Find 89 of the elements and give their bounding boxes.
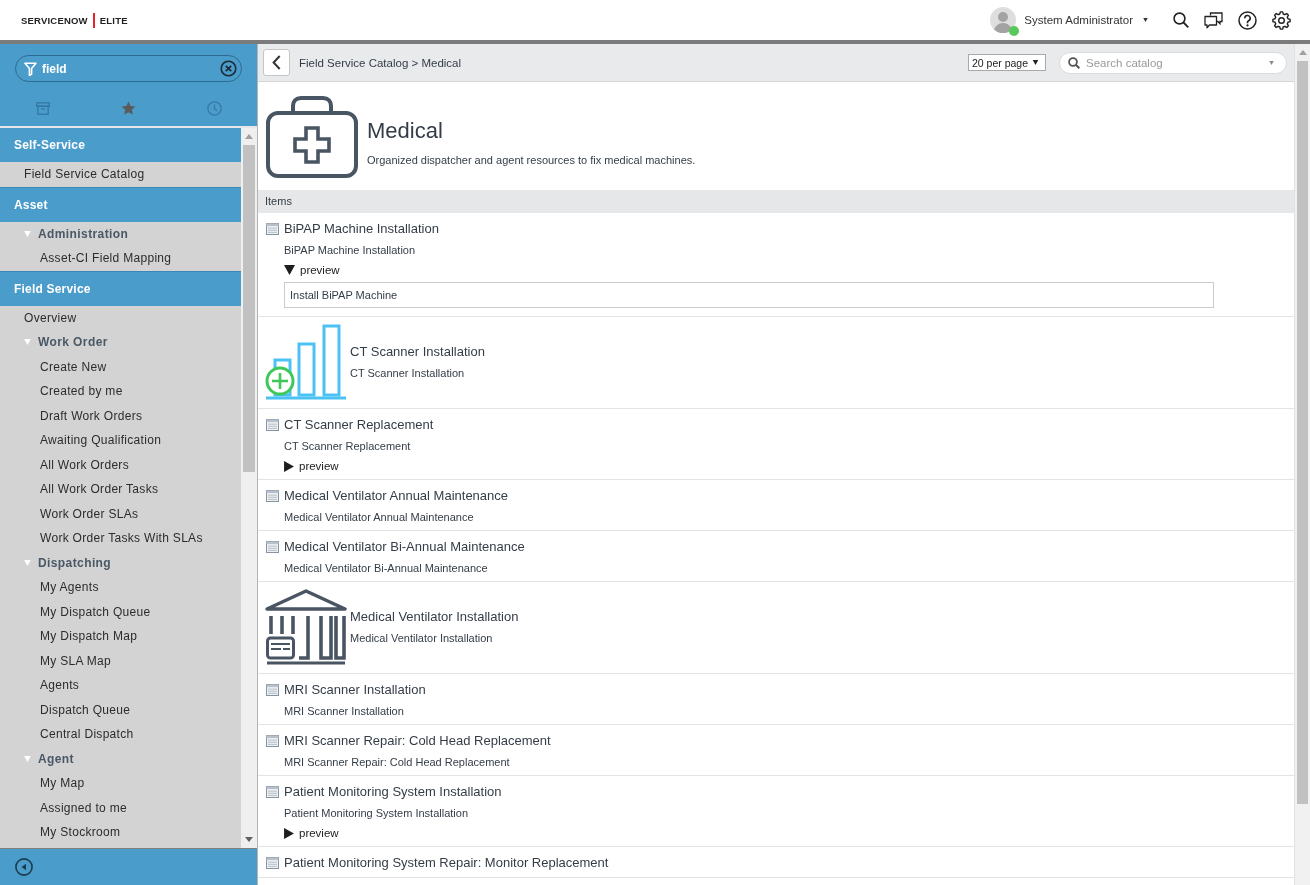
nav-group-header[interactable]: Agent bbox=[0, 746, 241, 771]
caret-down-icon bbox=[1142, 18, 1149, 22]
category-title: Medical bbox=[367, 118, 443, 144]
table-icon bbox=[266, 490, 279, 502]
back-button[interactable] bbox=[263, 49, 290, 76]
nav-item[interactable]: My Dispatch Queue bbox=[0, 599, 241, 624]
item-description: MRI Scanner Installation bbox=[284, 704, 404, 719]
scroll-up-icon[interactable] bbox=[245, 134, 253, 139]
nav-item[interactable]: My Map bbox=[0, 771, 241, 796]
scrollbar[interactable] bbox=[1294, 44, 1310, 885]
item-description: Medical Ventilator Bi-Annual Maintenance bbox=[284, 561, 488, 576]
nav-group-header[interactable]: Administration bbox=[0, 221, 241, 246]
nav-item[interactable]: Asset-CI Field Mapping bbox=[0, 246, 241, 271]
nav-item[interactable]: Work Order SLAs bbox=[0, 501, 241, 526]
nav-item[interactable]: Field Service Catalog bbox=[0, 162, 241, 187]
star-icon[interactable] bbox=[121, 101, 136, 115]
scrollbar-thumb[interactable] bbox=[1297, 61, 1308, 804]
bar-chart-plus-icon bbox=[265, 324, 347, 400]
table-icon bbox=[266, 223, 279, 235]
item-title-link[interactable]: MRI Scanner Repair: Cold Head Replacement bbox=[284, 732, 551, 750]
clear-icon[interactable] bbox=[220, 60, 237, 77]
logo-text: SERVICENOW bbox=[21, 14, 88, 26]
search-field[interactable]: Search catalog bbox=[1059, 51, 1287, 74]
item-title-link[interactable]: CT Scanner Replacement bbox=[284, 416, 434, 434]
table-icon bbox=[266, 541, 279, 553]
nav-item[interactable]: My Agents bbox=[0, 575, 241, 600]
chevron-left-icon bbox=[272, 55, 281, 70]
user-menu-button[interactable]: System Administrator bbox=[1024, 14, 1149, 26]
item-title-link[interactable]: BiPAP Machine Installation bbox=[284, 220, 439, 238]
per-page-select[interactable]: 20 per page bbox=[968, 54, 1046, 71]
help-icon[interactable] bbox=[1238, 10, 1257, 30]
table-icon bbox=[266, 857, 279, 869]
item-description: Medical Ventilator Installation bbox=[350, 631, 493, 646]
item-title-link[interactable]: Medical Ventilator Annual Maintenance bbox=[284, 487, 509, 505]
item-title-link[interactable]: MRI Scanner Installation bbox=[284, 681, 426, 699]
breadcrumb: Field Service Catalog > Medical bbox=[299, 56, 462, 69]
preview-toggle[interactable]: preview bbox=[284, 458, 339, 474]
item-title-link[interactable]: CT Scanner Installation bbox=[350, 343, 485, 361]
nav-item[interactable]: Created by me bbox=[0, 379, 241, 404]
nav-item[interactable]: My SLA Map bbox=[0, 648, 241, 673]
search-icon[interactable] bbox=[1173, 12, 1189, 28]
medical-kit-icon bbox=[266, 96, 358, 178]
item-description: BiPAP Machine Installation bbox=[284, 243, 416, 258]
nav-item[interactable]: Create New bbox=[0, 354, 241, 379]
item-description: Patient Monitoring System Installation bbox=[284, 806, 469, 821]
nav-item[interactable]: Dispatch Queue bbox=[0, 697, 241, 722]
avatar-icon bbox=[990, 7, 1017, 33]
item-title-link[interactable]: Patient Monitoring System Installation bbox=[284, 783, 502, 801]
preview-toggle[interactable]: preview bbox=[284, 262, 340, 278]
nav-item[interactable]: Awaiting Qualification bbox=[0, 428, 241, 453]
preview-panel: Install BiPAP Machine bbox=[284, 282, 1214, 308]
scrollbar-thumb[interactable] bbox=[243, 145, 255, 472]
nav-item[interactable]: All Work Order Tasks bbox=[0, 477, 241, 502]
nav-item[interactable]: Agents bbox=[0, 673, 241, 698]
table-icon bbox=[266, 786, 279, 798]
scrollbar[interactable] bbox=[241, 128, 257, 848]
edition-label: ELITE bbox=[99, 14, 128, 26]
table-icon bbox=[266, 684, 279, 696]
preview-toggle[interactable]: preview bbox=[284, 825, 339, 841]
nav-item[interactable]: All Work Orders bbox=[0, 452, 241, 477]
filter-icon bbox=[24, 61, 37, 76]
nav-item[interactable]: My Dispatch Map bbox=[0, 624, 241, 649]
nav-item[interactable]: Central Dispatch bbox=[0, 722, 241, 747]
table-icon bbox=[266, 419, 279, 431]
items-heading: Items bbox=[258, 190, 1294, 213]
table-icon bbox=[266, 735, 279, 747]
nav-item[interactable]: Overview bbox=[0, 305, 241, 330]
item-description: CT Scanner Installation bbox=[350, 366, 465, 381]
search-icon bbox=[1068, 56, 1080, 69]
scroll-up-icon[interactable] bbox=[1298, 50, 1307, 55]
item-title-link[interactable]: Medical Ventilator Installation bbox=[350, 608, 519, 626]
building-columns-icon bbox=[265, 589, 347, 665]
item-description: MRI Scanner Repair: Cold Head Replacement bbox=[284, 755, 510, 770]
nav-item[interactable]: Assigned to me bbox=[0, 795, 241, 820]
item-title-link[interactable]: Medical Ventilator Bi-Annual Maintenance bbox=[284, 538, 525, 556]
nav-group-header[interactable]: Dispatching bbox=[0, 550, 241, 575]
scroll-down-icon[interactable] bbox=[245, 837, 253, 842]
item-description: Medical Ventilator Annual Maintenance bbox=[284, 510, 474, 525]
nav-group-header[interactable]: Work Order bbox=[0, 330, 241, 355]
category-description: Organized dispatcher and agent resources to fix medical machines. bbox=[367, 153, 696, 167]
caret-down-icon bbox=[1032, 60, 1039, 65]
item-description: CT Scanner Replacement bbox=[284, 439, 411, 454]
item-title-link[interactable]: Patient Monitoring System Repair: Monitor Replacement bbox=[284, 854, 609, 872]
nav-item[interactable]: Draft Work Orders bbox=[0, 403, 241, 428]
nav-item[interactable]: My Stockroom bbox=[0, 820, 241, 845]
nav-item[interactable]: Work Order Tasks With SLAs bbox=[0, 526, 241, 551]
caret-down-icon[interactable] bbox=[1268, 60, 1275, 65]
chat-bubbles-icon[interactable] bbox=[1204, 11, 1223, 29]
settings-icon[interactable] bbox=[1272, 10, 1291, 30]
